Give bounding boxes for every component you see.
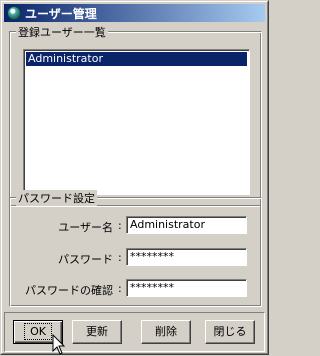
username-label: ユーザー名 <box>58 221 113 234</box>
title-bar[interactable]: ユーザー管理 <box>4 4 265 22</box>
user-listbox[interactable]: Administrator <box>23 49 250 195</box>
delete-button[interactable]: 削除 <box>141 320 191 344</box>
list-item-label: Administrator <box>28 52 103 65</box>
list-item-administrator[interactable]: Administrator <box>26 52 247 66</box>
password-confirm-field[interactable]: ******** <box>126 279 247 297</box>
username-colon: : <box>118 219 122 232</box>
close-button-label: 閉じる <box>213 325 247 338</box>
password-label: パスワード <box>58 253 113 266</box>
ok-button-label: OK <box>24 323 52 340</box>
password-confirm-colon: : <box>118 282 122 295</box>
update-button[interactable]: 更新 <box>72 320 122 344</box>
user-list-group-label: 登録ユーザー一覧 <box>16 24 108 40</box>
password-colon: : <box>118 251 122 264</box>
mouse-pointer-icon <box>52 334 66 355</box>
username-field[interactable]: Administrator <box>126 216 247 234</box>
password-field[interactable]: ******** <box>126 248 247 266</box>
password-confirm-label: パスワードの確認 <box>25 284 113 297</box>
update-button-label: 更新 <box>86 325 108 338</box>
user-management-window: ユーザー管理 登録ユーザー一覧 Administrator パスワード設定 ユー… <box>0 0 269 355</box>
window-title: ユーザー管理 <box>25 6 97 21</box>
app-globe-icon <box>7 6 21 20</box>
close-button[interactable]: 閉じる <box>205 320 255 344</box>
password-settings-group-label: パスワード設定 <box>16 190 97 206</box>
delete-button-label: 削除 <box>155 325 177 338</box>
